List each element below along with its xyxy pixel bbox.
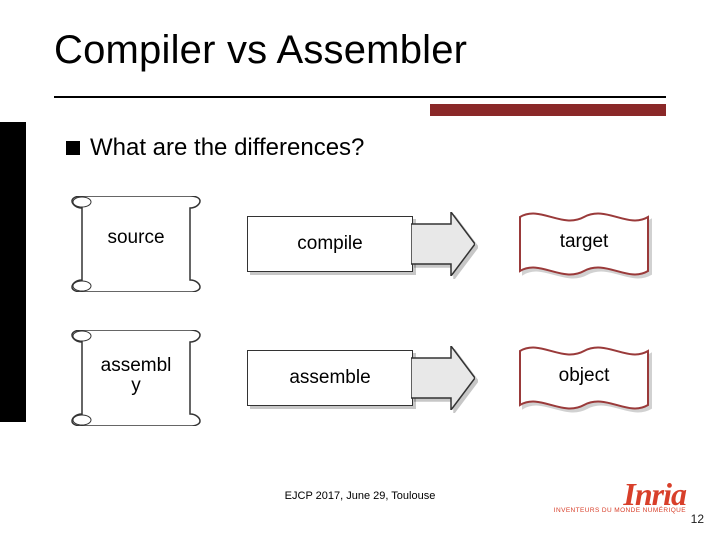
scroll-source: source [70,196,202,292]
scroll-label-source: source [70,228,202,248]
flag-object: object [518,341,650,415]
title-underline-thick [430,104,666,116]
title-underline-thin [54,96,666,98]
arrow-compile: compile [247,216,487,272]
diagram-row-assemble: assembl y assemble object [70,330,650,426]
flag-label-object: object [518,365,650,387]
flag-label-target: target [518,231,650,253]
scroll-assembly: assembl y [70,330,202,426]
side-strip [0,122,26,422]
flag-target: target [518,207,650,281]
logo-tagline: INVENTEURS DU MONDE NUMÉRIQUE [554,507,686,514]
arrow-assemble: assemble [247,350,487,406]
diagram-row-compile: source compile target [70,196,650,292]
inria-logo: Inria INVENTEURS DU MONDE NUMÉRIQUE [554,482,686,514]
arrow-bar-assemble: assemble [247,350,413,406]
scroll-label-assembly: assembl y [70,356,202,396]
arrow-head-icon [411,212,475,276]
arrow-label-assemble: assemble [289,367,370,389]
bullet-row: What are the differences? [66,134,364,162]
page-number: 12 [691,512,704,526]
arrow-head-icon [411,346,475,410]
slide-title: Compiler vs Assembler [54,28,467,73]
arrow-label-compile: compile [297,233,362,255]
slide: Compiler vs Assembler What are the diffe… [0,0,720,540]
bullet-text: What are the differences? [90,134,364,162]
square-bullet-icon [66,141,80,155]
logo-script: Inria [554,482,686,506]
arrow-bar-compile: compile [247,216,413,272]
